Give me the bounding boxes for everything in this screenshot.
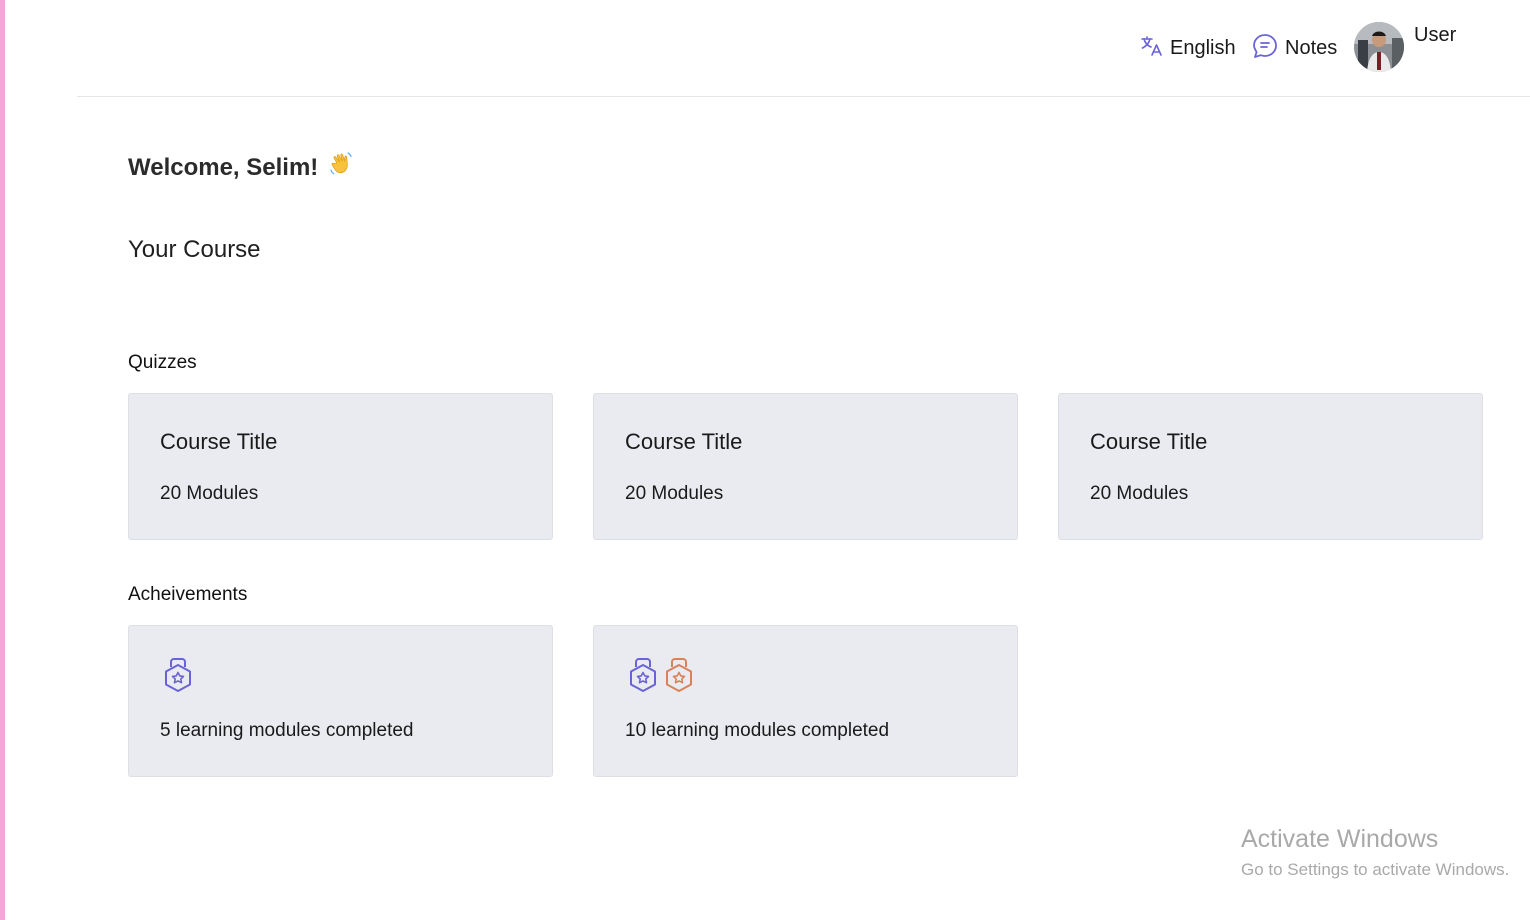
user-label: User xyxy=(1414,23,1457,46)
module-count: 20 Modules xyxy=(160,483,259,504)
badge-orange-icon xyxy=(663,656,695,699)
welcome-text: Welcome, Selim! xyxy=(128,153,319,181)
language-selector[interactable]: English xyxy=(1140,34,1236,63)
module-count: 20 Modules xyxy=(625,483,724,504)
course-title: Course Title xyxy=(1090,429,1208,454)
achievements-heading: Acheivements xyxy=(128,584,248,605)
badge-purple-icon xyxy=(627,656,659,699)
your-course-heading: Your Course xyxy=(128,236,261,263)
translate-icon xyxy=(1140,34,1164,63)
windows-activation-watermark: Activate Windows Go to Settings to activ… xyxy=(1241,825,1509,880)
quiz-card[interactable]: Course Title 20 Modules xyxy=(593,393,1018,540)
notes-button[interactable]: Notes xyxy=(1251,32,1337,65)
notes-icon xyxy=(1251,32,1279,65)
top-navbar: English Notes User xyxy=(77,0,1530,97)
avatar[interactable] xyxy=(1354,22,1404,72)
user-menu[interactable]: User xyxy=(1354,22,1456,72)
waving-hand-icon xyxy=(328,150,356,185)
module-count: 20 Modules xyxy=(1090,483,1189,504)
quiz-card[interactable]: Course Title 20 Modules xyxy=(1058,393,1483,540)
watermark-subtitle: Go to Settings to activate Windows. xyxy=(1241,860,1510,879)
course-title: Course Title xyxy=(625,429,743,454)
course-title: Course Title xyxy=(160,429,278,454)
achievement-text: 5 learning modules completed xyxy=(160,720,414,741)
badge-purple-icon xyxy=(162,656,194,699)
welcome-heading: Welcome, Selim! xyxy=(128,150,356,185)
achievement-card: 5 learning modules completed xyxy=(128,625,553,777)
watermark-title: Activate Windows xyxy=(1241,825,1439,853)
notes-label: Notes xyxy=(1285,37,1338,59)
quizzes-heading: Quizzes xyxy=(128,352,197,373)
badge-group xyxy=(627,656,695,699)
badge-group xyxy=(162,656,194,699)
achievement-text: 10 learning modules completed xyxy=(625,720,890,741)
quiz-card[interactable]: Course Title 20 Modules xyxy=(128,393,553,540)
achievement-card: 10 learning modules completed xyxy=(593,625,1018,777)
left-accent-bar xyxy=(0,0,5,920)
language-label: English xyxy=(1170,37,1236,59)
